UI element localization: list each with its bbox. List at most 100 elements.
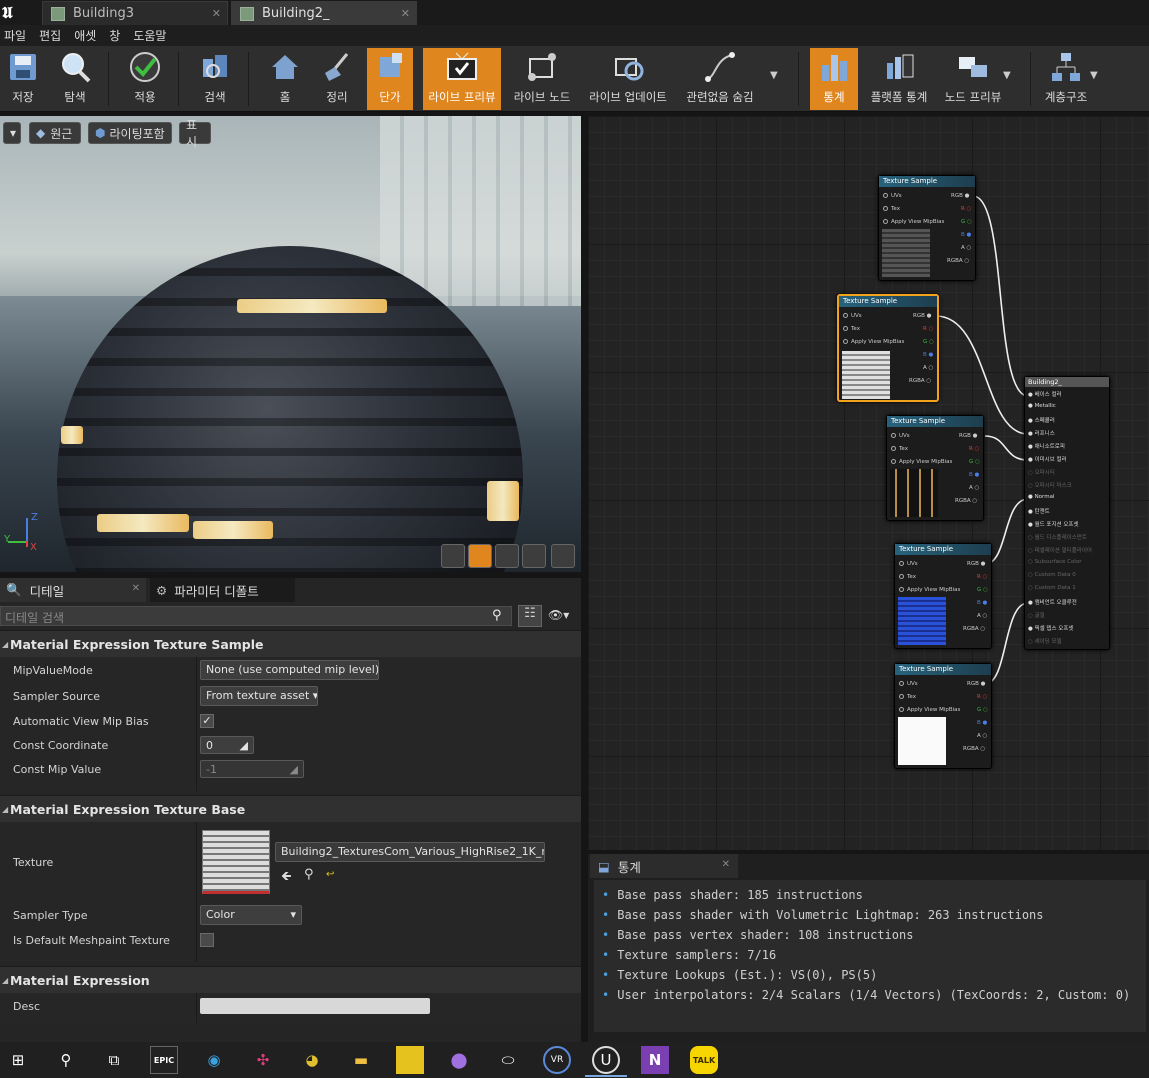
result-pin[interactable]: ○ 굴절 xyxy=(1028,611,1045,619)
result-pin[interactable]: ● Normal xyxy=(1028,494,1054,500)
lit-mode-button[interactable]: ⬢ 라이팅포함 xyxy=(88,122,172,144)
slack-icon[interactable]: ✣ xyxy=(249,1046,277,1074)
home-button[interactable]: 홈 xyxy=(262,48,308,110)
plane-preview-button[interactable] xyxy=(495,544,519,568)
reset-to-default-icon[interactable]: ↩ xyxy=(326,869,334,880)
result-pin[interactable]: ● 탄젠트 xyxy=(1028,507,1050,515)
menu-edit[interactable]: 편집 xyxy=(35,27,70,44)
texture-sample-node[interactable]: Texture Sample UVs Tex Apply View MipBia… xyxy=(886,415,984,521)
onenote-icon[interactable]: N xyxy=(641,1046,669,1074)
result-pin[interactable]: ○ 오파시티 마스크 xyxy=(1028,481,1072,489)
eye-icon[interactable]: 👁▾ xyxy=(548,608,569,622)
epic-games-icon[interactable]: EPIC xyxy=(150,1046,178,1074)
result-pin[interactable]: ○ 월드 디스플레이스먼트 xyxy=(1028,533,1087,541)
cylinder-preview-button[interactable] xyxy=(441,544,465,568)
chrome-icon[interactable]: ◕ xyxy=(298,1046,326,1074)
close-icon[interactable]: ✕ xyxy=(212,7,221,20)
live-preview-button[interactable]: 라이브 프리뷰 xyxy=(423,48,501,110)
sticky-notes-icon[interactable] xyxy=(396,1046,424,1074)
apply-button[interactable]: 적용 xyxy=(122,48,168,110)
result-pin[interactable]: ○ Custom Data 0 xyxy=(1028,572,1076,578)
sphere-preview-button[interactable] xyxy=(468,544,492,568)
live-update-button[interactable]: 라이브 업데이트 xyxy=(584,48,672,110)
result-pin[interactable]: ● 스페큘러 xyxy=(1028,416,1055,424)
kakaotalk-icon[interactable]: TALK xyxy=(690,1046,718,1074)
hierarchy-button[interactable]: 계층구조 xyxy=(1040,48,1092,110)
menu-window[interactable]: 창 xyxy=(105,27,129,44)
browse-asset-icon[interactable]: ⚲ xyxy=(304,867,314,882)
const-coordinate-field[interactable]: 0 ◢ xyxy=(200,736,254,754)
platform-stats-button[interactable]: 플랫폼 통계 xyxy=(866,48,932,110)
chevron-down-icon[interactable]: ▼ xyxy=(1003,70,1011,81)
chevron-down-icon[interactable]: ▼ xyxy=(1090,70,1098,81)
search-icon[interactable]: ⚲ xyxy=(52,1046,80,1074)
mip-value-mode-dropdown[interactable]: None (use computed mip level) ▾ xyxy=(200,660,379,680)
details-search-input[interactable]: 디테일 검색 xyxy=(0,606,512,626)
vertical-splitter[interactable] xyxy=(581,116,588,1042)
cube-preview-button[interactable] xyxy=(522,544,546,568)
tab-details[interactable]: 🔍 디테일 ✕ xyxy=(0,578,146,602)
sampler-type-dropdown[interactable]: Color ▾ xyxy=(200,905,302,925)
tab-stats[interactable]: ⬓ 통계 ✕ xyxy=(590,854,738,878)
edge-icon[interactable]: ◉ xyxy=(200,1046,228,1074)
texture-asset-dropdown[interactable]: Building2_TexturesCom_Various_HighRise2_… xyxy=(275,842,545,862)
task-view-icon[interactable]: ⧉ xyxy=(100,1046,128,1074)
browse-button[interactable]: 탐색 xyxy=(52,48,98,110)
oculus-icon[interactable]: ⬭ xyxy=(494,1046,522,1074)
chevron-down-icon[interactable]: ▼ xyxy=(770,70,778,81)
search-button[interactable]: 검색 xyxy=(192,48,238,110)
tab-building2[interactable]: Building2_ ✕ xyxy=(231,1,417,25)
preview-viewport[interactable]: ▾ ◆ 원근 ⬢ 라이팅포함 표시 Z Y X xyxy=(0,116,581,572)
section-texture-sample[interactable]: Material Expression Texture Sample xyxy=(0,630,581,657)
result-pin[interactable]: ● Metallic xyxy=(1028,403,1056,409)
result-pin[interactable]: ● 앰비언트 오클루전 xyxy=(1028,598,1077,606)
result-pin[interactable]: ● 애니소트로피 xyxy=(1028,442,1065,450)
result-pin[interactable]: ● 월드 포지션 오프셋 xyxy=(1028,520,1079,528)
menu-asset[interactable]: 애셋 xyxy=(70,27,105,44)
viewport-menu-button[interactable]: ▾ xyxy=(3,122,21,144)
list-view-icon[interactable]: ☷ xyxy=(518,605,542,627)
texture-sample-node[interactable]: Texture Sample UVs Tex Apply View MipBia… xyxy=(894,543,992,649)
close-icon[interactable]: ✕ xyxy=(132,583,140,594)
teapot-preview-button[interactable] xyxy=(551,544,575,568)
result-pin[interactable]: ● 베이스 컬러 xyxy=(1028,390,1062,398)
result-pin[interactable]: ● 이미시브 컬러 xyxy=(1028,455,1067,463)
result-pin[interactable]: ○ 오파시티 xyxy=(1028,468,1055,476)
tab-parameter-defaults[interactable]: ⚙ 파라미터 디폴트 xyxy=(150,578,295,602)
result-pin[interactable]: ○ 셰이딩 모델 xyxy=(1028,637,1062,645)
default-meshpaint-checkbox[interactable] xyxy=(200,933,214,947)
node-preview-button[interactable]: 노드 프리뷰 xyxy=(940,48,1006,110)
unreal-logo[interactable]: 𝖀 xyxy=(2,3,13,23)
sampler-source-dropdown[interactable]: From texture asset ▾ xyxy=(200,686,318,706)
github-icon[interactable]: ⬤ xyxy=(445,1046,473,1074)
auto-mip-bias-checkbox[interactable]: ✓ xyxy=(200,714,214,728)
desc-input[interactable] xyxy=(200,998,430,1014)
close-icon[interactable]: ✕ xyxy=(722,859,730,870)
unreal-engine-icon[interactable]: U xyxy=(592,1046,620,1074)
material-result-node[interactable]: Building2_ ● 베이스 컬러 ● Metallic ● 스페큘러 ● 러프니… xyxy=(1024,376,1110,650)
menu-help[interactable]: 도움말 xyxy=(129,27,175,44)
texture-sample-node-selected[interactable]: Texture Sample UVs Tex Apply View MipBia… xyxy=(837,294,939,402)
close-icon[interactable]: ✕ xyxy=(401,7,410,20)
menu-file[interactable]: 파일 xyxy=(0,27,35,44)
hlsl-button[interactable]: 단가 xyxy=(367,48,413,110)
result-pin[interactable]: ○ 테셀레이션 멀티플라이어 xyxy=(1028,546,1092,554)
windows-start-icon[interactable]: ⊞ xyxy=(4,1046,32,1074)
texture-sample-node[interactable]: Texture Sample UVs Tex Apply View MipBia… xyxy=(894,663,992,769)
vr-icon[interactable]: VR xyxy=(543,1046,571,1074)
file-explorer-icon[interactable]: ▬ xyxy=(347,1046,375,1074)
stats-button[interactable]: 통계 xyxy=(810,48,858,110)
result-pin[interactable]: ● 러프니스 xyxy=(1028,429,1055,437)
use-selected-asset-icon[interactable]: 🡸 xyxy=(281,867,292,889)
texture-thumbnail[interactable] xyxy=(202,830,270,894)
result-pin[interactable]: ○ Custom Data 1 xyxy=(1028,585,1076,591)
texture-sample-node[interactable]: Texture Sample UVs Tex Apply View MipBia… xyxy=(878,175,976,281)
section-texture-base[interactable]: Material Expression Texture Base xyxy=(0,795,581,822)
tab-building3[interactable]: Building3 ✕ xyxy=(42,1,228,25)
material-graph[interactable]: Texture Sample UVs Tex Apply View MipBia… xyxy=(588,116,1149,850)
result-pin[interactable]: ○ Subsurface Color xyxy=(1028,559,1081,565)
live-nodes-button[interactable]: 라이브 노드 xyxy=(509,48,575,110)
save-button[interactable]: 저장 xyxy=(2,48,44,110)
clean-up-button[interactable]: 정리 xyxy=(314,48,360,110)
result-pin[interactable]: ● 픽셀 뎁스 오프셋 xyxy=(1028,624,1073,632)
